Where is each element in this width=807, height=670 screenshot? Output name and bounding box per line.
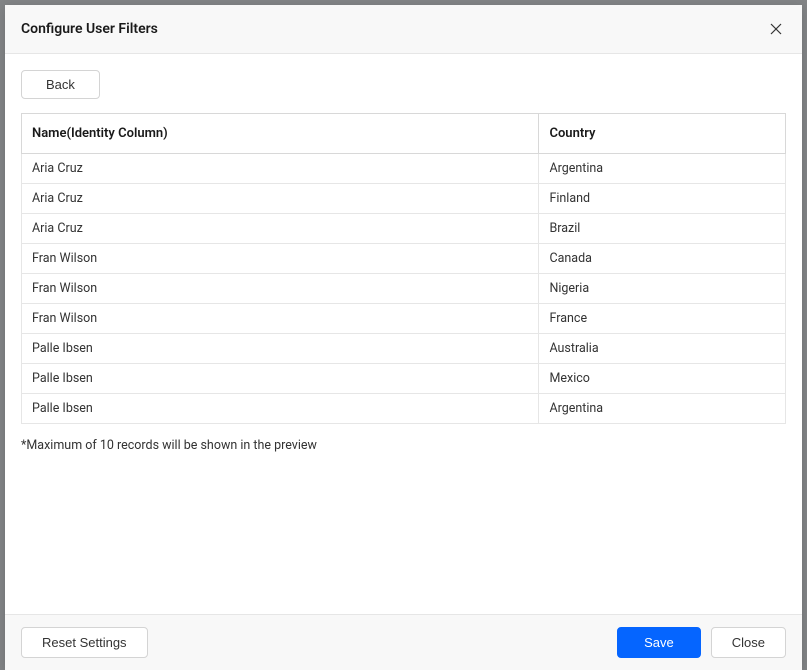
cell-country: Canada: [539, 244, 786, 274]
table-row: Aria Cruz Finland: [22, 184, 786, 214]
table-row: Aria Cruz Brazil: [22, 214, 786, 244]
dialog-body: Back Name(Identity Column) Country Aria …: [5, 54, 802, 614]
cell-country: France: [539, 304, 786, 334]
cell-name: Aria Cruz: [22, 214, 539, 244]
reset-settings-button[interactable]: Reset Settings: [21, 627, 148, 658]
cell-name: Fran Wilson: [22, 304, 539, 334]
column-header-country: Country: [539, 114, 786, 154]
cell-country: Argentina: [539, 394, 786, 424]
table-row: Palle Ibsen Argentina: [22, 394, 786, 424]
table-row: Aria Cruz Argentina: [22, 154, 786, 184]
table-row: Palle Ibsen Australia: [22, 334, 786, 364]
x-icon: [770, 23, 782, 35]
table-row: Fran Wilson Canada: [22, 244, 786, 274]
cell-country: Nigeria: [539, 274, 786, 304]
table-row: Palle Ibsen Mexico: [22, 364, 786, 394]
cell-name: Palle Ibsen: [22, 334, 539, 364]
cell-country: Australia: [539, 334, 786, 364]
cell-name: Aria Cruz: [22, 154, 539, 184]
configure-user-filters-dialog: Configure User Filters Back Name(Identit…: [5, 5, 802, 670]
filter-preview-table: Name(Identity Column) Country Aria Cruz …: [21, 113, 786, 424]
footer-right-buttons: Save Close: [617, 627, 786, 658]
back-button[interactable]: Back: [21, 70, 100, 99]
cell-name: Palle Ibsen: [22, 364, 539, 394]
dialog-title: Configure User Filters: [21, 21, 158, 37]
close-button[interactable]: Close: [711, 627, 786, 658]
cell-name: Fran Wilson: [22, 244, 539, 274]
cell-name: Aria Cruz: [22, 184, 539, 214]
cell-name: Palle Ibsen: [22, 394, 539, 424]
cell-name: Fran Wilson: [22, 274, 539, 304]
cell-country: Mexico: [539, 364, 786, 394]
table-row: Fran Wilson Nigeria: [22, 274, 786, 304]
cell-country: Brazil: [539, 214, 786, 244]
dialog-footer: Reset Settings Save Close: [5, 614, 802, 670]
table-header-row: Name(Identity Column) Country: [22, 114, 786, 154]
table-row: Fran Wilson France: [22, 304, 786, 334]
close-icon[interactable]: [766, 19, 786, 39]
column-header-name: Name(Identity Column): [22, 114, 539, 154]
preview-note: *Maximum of 10 records will be shown in …: [21, 438, 786, 453]
cell-country: Argentina: [539, 154, 786, 184]
cell-country: Finland: [539, 184, 786, 214]
save-button[interactable]: Save: [617, 627, 701, 658]
dialog-header: Configure User Filters: [5, 5, 802, 54]
